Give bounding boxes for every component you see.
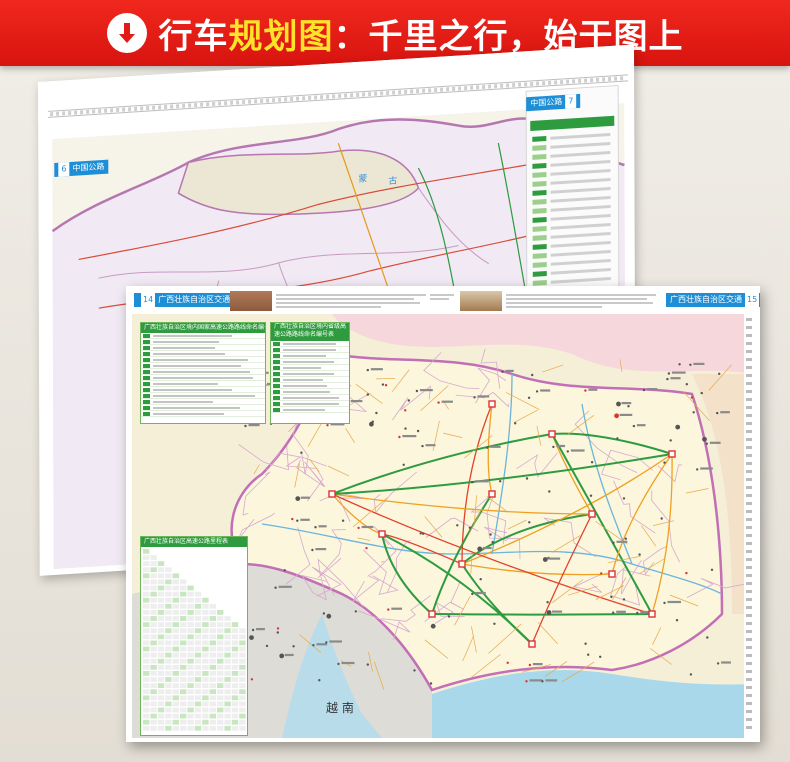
table-title: 广西壮族自治区境内省级高速公路路线命名编号表: [271, 323, 349, 341]
arrow-down-circle-icon: [106, 13, 147, 53]
svg-text:古: 古: [388, 174, 397, 187]
distance-grid: [143, 549, 246, 731]
guangxi-traffic-map-sheet: 14 广西壮族自治区交通 广西壮族自治区交通 15 越 南 广西壮族自治区境内国…: [126, 286, 760, 742]
map-sheet-header: 14 广西壮族自治区交通 广西壮族自治区交通 15: [126, 286, 760, 314]
back-map-right-page-number: 7: [565, 94, 577, 109]
table-row: [141, 411, 265, 417]
header-photo-right: [460, 291, 502, 311]
front-map-left-title: 广西壮族自治区交通: [158, 295, 231, 304]
table-title: 广西壮族自治区境内国家高速公路路线命名编号表: [141, 323, 265, 333]
header-text-block-mid: [430, 292, 454, 310]
front-map-left-page-number: 14: [141, 293, 156, 307]
expressway-distance-table: 广西壮族自治区高速公路里程表: [140, 536, 248, 736]
svg-text:蒙: 蒙: [358, 172, 367, 185]
back-map-left-page-number: 6: [58, 162, 70, 177]
top-banner: 行车规划图：千里之行，始于图上: [0, 0, 790, 66]
front-map-right-page-number: 15: [745, 293, 760, 307]
table-title: 广西壮族自治区高速公路里程表: [141, 537, 247, 547]
front-map-left-tag: 14 广西壮族自治区交通: [134, 293, 235, 307]
front-map-right-title: 广西壮族自治区交通: [670, 295, 742, 304]
provincial-expressway-table: 广西壮族自治区境内省级高速公路路线命名编号表: [270, 322, 350, 424]
back-map-right-title: 中国公路: [530, 97, 563, 109]
national-expressway-table: 广西壮族自治区境内国家高速公路路线命名编号表: [140, 322, 266, 424]
header-photo-left: [230, 291, 272, 311]
table-row: [271, 407, 349, 413]
banner-title-prefix: 行车: [158, 16, 229, 57]
front-map-right-tag: 广西壮族自治区交通 15: [666, 293, 760, 307]
country-label-vietnam: 越 南: [326, 700, 354, 715]
header-text-block-right: [506, 292, 656, 310]
header-text-block-left: [276, 292, 426, 310]
back-map-left-title: 中国公路: [72, 161, 105, 173]
banner-title-highlight: 规划图: [228, 16, 334, 57]
